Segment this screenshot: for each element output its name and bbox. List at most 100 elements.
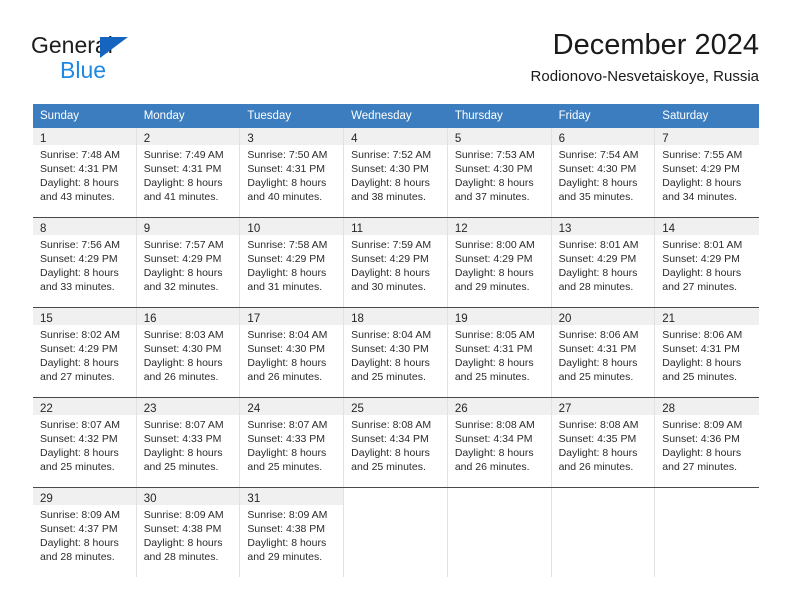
- calendar-day-cell[interactable]: 22 Sunrise: 8:07 AM Sunset: 4:32 PM Dayligh…: [33, 398, 137, 487]
- day-number: 13: [558, 223, 572, 235]
- calendar-day-cell[interactable]: 31 Sunrise: 8:09 AM Sunset: 4:38 PM Dayligh…: [240, 488, 345, 577]
- day-number: 7: [662, 133, 669, 145]
- day-number-bar: 14: [655, 218, 759, 235]
- daylight-text-line2: and 27 minutes.: [662, 461, 737, 473]
- calendar-day-cell[interactable]: 7 Sunrise: 7:55 AM Sunset: 4:29 PM Daylight…: [655, 128, 759, 217]
- sunrise-text: Sunrise: 8:03 AM: [143, 329, 224, 341]
- day-number-bar: 18: [344, 308, 447, 325]
- sunrise-text: Sunrise: 8:07 AM: [40, 419, 120, 431]
- day-number: 15: [40, 313, 53, 325]
- sunrise-text: Sunrise: 8:04 AM: [247, 329, 328, 341]
- daylight-text-line2: and 25 minutes.: [351, 461, 426, 473]
- weekday-header-friday: Friday: [558, 110, 591, 122]
- day-number-bar: 19: [447, 308, 551, 325]
- day-sun-info: Sunrise: 7:57 AM Sunset: 4:29 PM Daylight:…: [137, 235, 240, 294]
- sunrise-text: Sunrise: 8:09 AM: [662, 419, 743, 431]
- day-number-bar: 21: [655, 308, 759, 325]
- sunrise-text: Sunrise: 8:05 AM: [454, 329, 535, 341]
- calendar-day-cell[interactable]: 28 Sunrise: 8:09 AM Sunset: 4:36 PM Dayligh…: [655, 398, 759, 487]
- calendar-day-cell[interactable]: 24 Sunrise: 8:07 AM Sunset: 4:33 PM Dayligh…: [240, 398, 345, 487]
- calendar-day-cell[interactable]: 2 Sunrise: 7:49 AM Sunset: 4:31 PM Daylight…: [136, 128, 241, 217]
- sunset-text: Sunset: 4:37 PM: [40, 523, 118, 535]
- calendar-body: 1 Sunrise: 7:48 AM Sunset: 4:31 PM Daylight…: [33, 128, 759, 577]
- sunrise-text: Sunrise: 7:50 AM: [247, 149, 328, 161]
- day-number-bar: 20: [551, 308, 655, 325]
- day-sun-info: Sunrise: 8:04 AM Sunset: 4:30 PM Daylight:…: [240, 325, 343, 384]
- calendar-day-cell[interactable]: 29 Sunrise: 8:09 AM Sunset: 4:37 PM Dayligh…: [33, 488, 137, 577]
- calendar-day-cell[interactable]: 11 Sunrise: 7:59 AM Sunset: 4:29 PM Dayligh…: [344, 218, 448, 307]
- day-number-bar: 11: [344, 218, 447, 235]
- calendar-day-cell[interactable]: 9 Sunrise: 7:57 AM Sunset: 4:29 PM Daylight…: [136, 218, 241, 307]
- day-sun-info: Sunrise: 7:53 AM Sunset: 4:30 PM Daylight:…: [448, 145, 551, 204]
- sunset-text: Sunset: 4:31 PM: [662, 343, 740, 355]
- sunrise-text: Sunrise: 7:56 AM: [40, 239, 120, 251]
- daylight-text-line1: Daylight: 8 hours: [40, 267, 119, 279]
- calendar-day-cell[interactable]: 10 Sunrise: 7:58 AM Sunset: 4:29 PM Dayligh…: [240, 218, 345, 307]
- daylight-text-line2: and 26 minutes.: [247, 371, 323, 383]
- day-number: 11: [351, 223, 364, 235]
- day-number-bar: [447, 488, 551, 505]
- sunrise-text: Sunrise: 7:55 AM: [662, 149, 743, 161]
- sunset-text: Sunset: 4:29 PM: [40, 343, 118, 355]
- daylight-text-line1: Daylight: 8 hours: [143, 267, 223, 279]
- daylight-text-line1: Daylight: 8 hours: [662, 357, 742, 369]
- calendar-day-cell[interactable]: 30 Sunrise: 8:09 AM Sunset: 4:38 PM Dayligh…: [136, 488, 241, 577]
- day-sun-info: Sunrise: 8:07 AM Sunset: 4:32 PM Daylight:…: [33, 415, 136, 474]
- calendar-day-cell[interactable]: 3 Sunrise: 7:50 AM Sunset: 4:31 PM Daylight…: [240, 128, 345, 217]
- general-blue-logo[interactable]: General Blue: [31, 32, 251, 84]
- weekday-header-row: Sunday Monday Tuesday Wednesday Thursday Frid…: [33, 104, 759, 128]
- sunrise-text: Sunrise: 7:54 AM: [558, 149, 639, 161]
- calendar-day-cell[interactable]: 18 Sunrise: 8:04 AM Sunset: 4:30 PM Dayligh…: [344, 308, 448, 397]
- day-number-bar: 24: [240, 398, 344, 415]
- logo-text-blue: Blue: [60, 57, 107, 83]
- daylight-text-line2: and 25 minutes.: [351, 371, 426, 383]
- calendar-day-cell[interactable]: 16 Sunrise: 8:03 AM Sunset: 4:30 PM Dayligh…: [136, 308, 241, 397]
- calendar-day-cell[interactable]: 27 Sunrise: 8:08 AM Sunset: 4:35 PM Dayligh…: [551, 398, 656, 487]
- calendar-day-cell[interactable]: 14 Sunrise: 8:01 AM Sunset: 4:29 PM Dayligh…: [655, 218, 759, 307]
- calendar-day-cell[interactable]: 4 Sunrise: 7:52 AM Sunset: 4:30 PM Daylight…: [344, 128, 448, 217]
- calendar-day-cell[interactable]: 6 Sunrise: 7:54 AM Sunset: 4:30 PM Daylight…: [551, 128, 656, 217]
- day-number-bar: 9: [136, 218, 240, 235]
- sunrise-text: Sunrise: 8:00 AM: [454, 239, 535, 251]
- sunset-text: Sunset: 4:29 PM: [40, 253, 118, 265]
- calendar-day-cell[interactable]: 26 Sunrise: 8:08 AM Sunset: 4:34 PM Dayligh…: [447, 398, 552, 487]
- day-sun-info: Sunrise: 8:07 AM Sunset: 4:33 PM Daylight:…: [137, 415, 240, 474]
- calendar-day-cell[interactable]: 25 Sunrise: 8:08 AM Sunset: 4:34 PM Dayligh…: [344, 398, 448, 487]
- sunrise-text: Sunrise: 8:06 AM: [662, 329, 743, 341]
- calendar-day-cell[interactable]: 12 Sunrise: 8:00 AM Sunset: 4:29 PM Dayligh…: [447, 218, 552, 307]
- sunset-text: Sunset: 4:32 PM: [40, 433, 118, 445]
- daylight-text-line2: and 35 minutes.: [558, 191, 634, 203]
- calendar-day-cell[interactable]: 1 Sunrise: 7:48 AM Sunset: 4:31 PM Daylight…: [33, 128, 137, 217]
- calendar-empty-cell: [344, 488, 448, 577]
- day-sun-info: Sunrise: 8:08 AM Sunset: 4:34 PM Daylight:…: [448, 415, 551, 474]
- calendar-day-cell[interactable]: 19 Sunrise: 8:05 AM Sunset: 4:31 PM Dayligh…: [447, 308, 552, 397]
- sunset-text: Sunset: 4:30 PM: [558, 163, 637, 175]
- day-number: 2: [143, 133, 151, 145]
- daylight-text-line1: Daylight: 8 hours: [351, 267, 430, 279]
- daylight-text-line2: and 27 minutes.: [662, 281, 737, 293]
- calendar-day-cell[interactable]: 13 Sunrise: 8:01 AM Sunset: 4:29 PM Dayligh…: [551, 218, 656, 307]
- day-sun-info: Sunrise: 7:52 AM Sunset: 4:30 PM Daylight:…: [344, 145, 447, 204]
- calendar-day-cell[interactable]: 17 Sunrise: 8:04 AM Sunset: 4:30 PM Dayligh…: [240, 308, 345, 397]
- calendar-day-cell[interactable]: 21 Sunrise: 8:06 AM Sunset: 4:31 PM Dayligh…: [655, 308, 759, 397]
- calendar-day-cell[interactable]: 23 Sunrise: 8:07 AM Sunset: 4:33 PM Dayligh…: [136, 398, 241, 487]
- calendar-day-cell[interactable]: 5 Sunrise: 7:53 AM Sunset: 4:30 PM Daylight…: [447, 128, 552, 217]
- sunrise-text: Sunrise: 8:08 AM: [558, 419, 639, 431]
- day-number-bar: 22: [33, 398, 136, 415]
- day-sun-info: Sunrise: 8:05 AM Sunset: 4:31 PM Daylight:…: [448, 325, 551, 384]
- day-sun-info: Sunrise: 7:59 AM Sunset: 4:29 PM Daylight:…: [344, 235, 447, 294]
- calendar-day-cell[interactable]: 15 Sunrise: 8:02 AM Sunset: 4:29 PM Dayligh…: [33, 308, 137, 397]
- day-sun-info: Sunrise: 8:07 AM Sunset: 4:33 PM Daylight:…: [240, 415, 343, 474]
- sunset-text: Sunset: 4:31 PM: [558, 343, 637, 355]
- calendar-day-cell[interactable]: 20 Sunrise: 8:06 AM Sunset: 4:31 PM Dayligh…: [551, 308, 656, 397]
- day-sun-info: Sunrise: 7:56 AM Sunset: 4:29 PM Daylight:…: [33, 235, 136, 294]
- sunrise-text: Sunrise: 7:58 AM: [247, 239, 328, 251]
- daylight-text-line2: and 27 minutes.: [40, 371, 115, 383]
- sunrise-text: Sunrise: 7:52 AM: [351, 149, 432, 161]
- daylight-text-line1: Daylight: 8 hours: [351, 447, 430, 459]
- daylight-text-line2: and 26 minutes.: [454, 461, 530, 473]
- daylight-text-line2: and 32 minutes.: [143, 281, 219, 293]
- page-title: December 2024: [552, 29, 759, 61]
- calendar-day-cell[interactable]: 8 Sunrise: 7:56 AM Sunset: 4:29 PM Daylight…: [33, 218, 137, 307]
- calendar-page: General Blue December 2024 Rodionovo-Nes…: [0, 0, 792, 612]
